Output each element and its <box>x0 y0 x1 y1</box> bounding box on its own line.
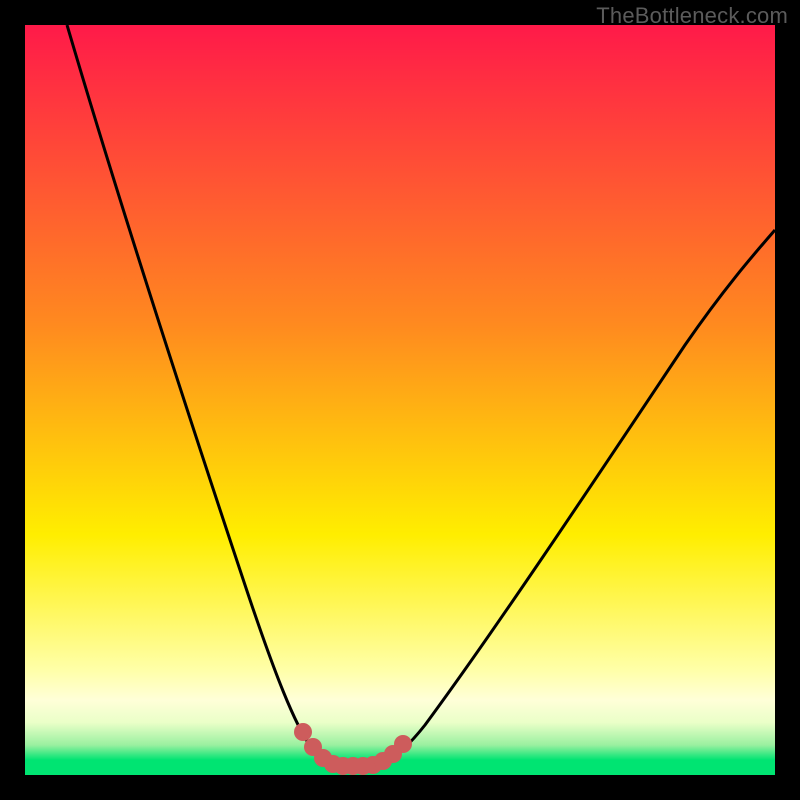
plot-area <box>25 25 775 775</box>
bottleneck-curve <box>25 25 775 775</box>
marker-cluster <box>294 723 412 775</box>
chart-frame: TheBottleneck.com <box>0 0 800 800</box>
